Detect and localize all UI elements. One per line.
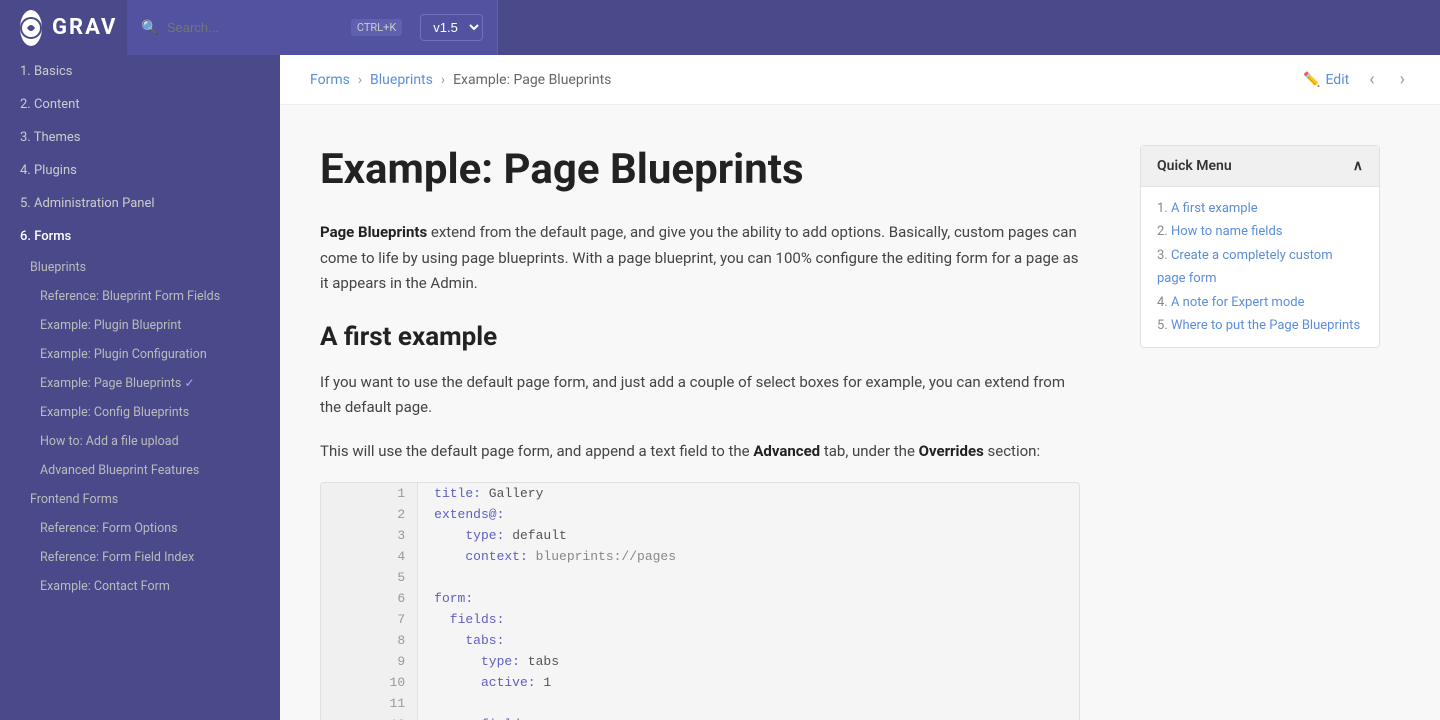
logo-icon	[20, 10, 42, 46]
quick-menu-list: 1. A first example 2. How to name fields…	[1141, 187, 1379, 347]
sidebar-item-basics[interactable]: 1. Basics	[0, 55, 280, 88]
page-title: Example: Page Blueprints	[320, 145, 1080, 195]
breadcrumb-current: Example: Page Blueprints	[453, 72, 611, 88]
code-line: 2extends@:	[321, 504, 1079, 525]
topbar: GRAV 🔍 CTRL+K v1.5 v1.4 v1.3	[0, 0, 1440, 55]
search-icon: 🔍	[141, 20, 158, 36]
collapse-icon[interactable]: ∧	[1353, 158, 1363, 174]
intro-bold: Page Blueprints	[320, 223, 427, 241]
sidebar-subsub-advanced-blueprint[interactable]: Advanced Blueprint Features	[0, 456, 280, 485]
edit-icon: ✏️	[1303, 72, 1320, 88]
breadcrumb-bar: Forms › Blueprints › Example: Page Bluep…	[280, 55, 1440, 105]
quick-menu-item-2[interactable]: 2. How to name fields	[1157, 220, 1363, 243]
breadcrumb-actions: ✏️ Edit ‹ ›	[1303, 69, 1410, 90]
breadcrumb: Forms › Blueprints › Example: Page Bluep…	[310, 72, 611, 88]
next-arrow[interactable]: ›	[1395, 69, 1410, 90]
code-line: 1title: Gallery	[321, 483, 1079, 504]
main-layout: 1. Basics 2. Content 3. Themes 4. Plugin…	[0, 55, 1440, 720]
quick-menu-item-5[interactable]: 5. Where to put the Page Blueprints	[1157, 314, 1363, 337]
section1-para2: This will use the default page form, and…	[320, 439, 1080, 465]
code-line: 3 type: default	[321, 525, 1079, 546]
intro-paragraph: Page Blueprints extend from the default …	[320, 220, 1080, 297]
code-line: 7 fields:	[321, 609, 1079, 630]
logo-text: GRAV	[52, 15, 117, 40]
quick-menu-item-1[interactable]: 1. A first example	[1157, 197, 1363, 220]
quick-menu-item-3[interactable]: 3. Create a completely custom page form	[1157, 244, 1363, 291]
sidebar-item-themes[interactable]: 3. Themes	[0, 121, 280, 154]
version-select[interactable]: v1.5 v1.4 v1.3	[420, 14, 483, 41]
section1-heading: A first example	[320, 322, 1080, 352]
code-line: 8 tabs:	[321, 630, 1079, 651]
sidebar-subsub-plugin-blueprint[interactable]: Example: Plugin Blueprint	[0, 311, 280, 340]
sidebar-subsub-file-upload[interactable]: How to: Add a file upload	[0, 427, 280, 456]
sidebar-subsub-contact-form[interactable]: Example: Contact Form	[0, 572, 280, 601]
sidebar-item-forms[interactable]: 6. Forms	[0, 220, 280, 253]
content-area: Quick Menu ∧ 1. A first example 2. How t…	[280, 105, 1440, 720]
code-line: 9 type: tabs	[321, 651, 1079, 672]
breadcrumb-blueprints[interactable]: Blueprints	[370, 72, 433, 88]
search-shortcut: CTRL+K	[351, 19, 402, 36]
quick-menu-header: Quick Menu ∧	[1141, 146, 1379, 187]
search-area: 🔍 CTRL+K v1.5 v1.4 v1.3	[127, 0, 498, 55]
sidebar-subsub-config-blueprints[interactable]: Example: Config Blueprints	[0, 398, 280, 427]
sidebar-sub-frontend-forms[interactable]: Frontend Forms	[0, 485, 280, 514]
code-line: 12 fields:	[321, 714, 1079, 720]
breadcrumb-sep-2: ›	[441, 72, 445, 88]
sidebar-item-plugins[interactable]: 4. Plugins	[0, 154, 280, 187]
prev-arrow[interactable]: ‹	[1364, 69, 1379, 90]
sidebar-sub-blueprints[interactable]: Blueprints	[0, 253, 280, 282]
sidebar: 1. Basics 2. Content 3. Themes 4. Plugin…	[0, 55, 280, 720]
code-table: 1title: Gallery2extends@:3 type: default…	[321, 483, 1079, 720]
code-line: 10 active: 1	[321, 672, 1079, 693]
quick-menu: Quick Menu ∧ 1. A first example 2. How t…	[1140, 145, 1380, 348]
section1-para1: If you want to use the default page form…	[320, 370, 1080, 421]
sidebar-subsub-ref-fields[interactable]: Reference: Blueprint Form Fields	[0, 282, 280, 311]
code-line: 5	[321, 567, 1079, 588]
logo-area: GRAV 🔍 CTRL+K v1.5 v1.4 v1.3	[0, 0, 280, 55]
edit-button[interactable]: ✏️ Edit	[1303, 72, 1349, 88]
search-input[interactable]	[167, 20, 343, 35]
code-line: 4 context: blueprints://pages	[321, 546, 1079, 567]
breadcrumb-sep-1: ›	[358, 72, 362, 88]
sidebar-item-content[interactable]: 2. Content	[0, 88, 280, 121]
sidebar-item-admin[interactable]: 5. Administration Panel	[0, 187, 280, 220]
code-block: 1title: Gallery2extends@:3 type: default…	[320, 482, 1080, 720]
check-icon: ✓	[184, 376, 194, 390]
sidebar-subsub-page-blueprints[interactable]: Example: Page Blueprints ✓	[0, 369, 280, 398]
main-content: Quick Menu ∧ 1. A first example 2. How t…	[280, 105, 1380, 720]
code-line: 6form:	[321, 588, 1079, 609]
breadcrumb-forms[interactable]: Forms	[310, 72, 350, 88]
sidebar-subsub-form-options[interactable]: Reference: Form Options	[0, 514, 280, 543]
quick-menu-item-4[interactable]: 4. A note for Expert mode	[1157, 291, 1363, 314]
sidebar-subsub-form-field-index[interactable]: Reference: Form Field Index	[0, 543, 280, 572]
sidebar-subsub-plugin-config[interactable]: Example: Plugin Configuration	[0, 340, 280, 369]
code-line: 11	[321, 693, 1079, 714]
